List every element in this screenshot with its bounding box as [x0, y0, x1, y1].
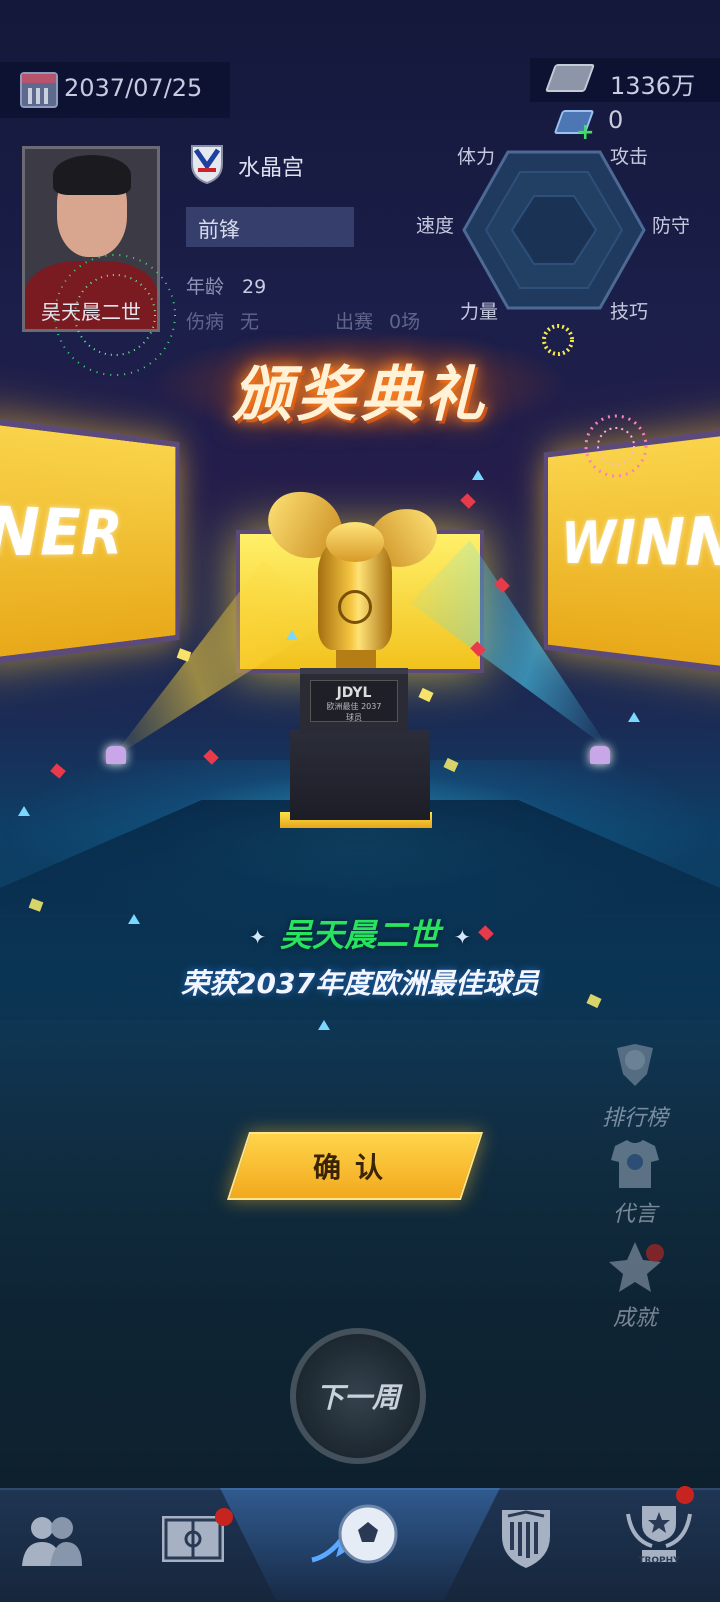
- money-amount: 1336万: [610, 72, 696, 100]
- ranking-icon: [617, 1044, 653, 1086]
- trophy-plate-line2: 球员: [346, 713, 362, 722]
- confetti: [418, 687, 434, 703]
- firework-green: [54, 254, 176, 376]
- trophy-pedestal: [290, 730, 430, 820]
- award-description: 荣获2037年度欧洲最佳球员: [181, 967, 539, 1000]
- injury-value: 无: [240, 311, 260, 333]
- confetti: [318, 1020, 330, 1030]
- next-week-label[interactable]: 下一周: [290, 1376, 426, 1416]
- stat-attack: 攻击: [610, 146, 649, 168]
- club-crest-icon: [191, 145, 223, 184]
- age-label: 年龄: [186, 276, 225, 298]
- nav-trophy-icon: [626, 1506, 692, 1562]
- firework-pink: [584, 414, 648, 478]
- ranking-label: 排行榜: [601, 1106, 668, 1131]
- endorse-label: 代言: [612, 1202, 657, 1227]
- stat-power: 力量: [460, 301, 499, 323]
- jersey-icon: [611, 1140, 659, 1188]
- confetti: [460, 493, 476, 509]
- date-text: 2037/07/25: [64, 74, 203, 102]
- stat-stamina: 体力: [457, 146, 496, 168]
- position-text: 前锋: [198, 218, 240, 242]
- trophy-head: [326, 522, 384, 562]
- club-name: 水晶宫: [238, 156, 305, 181]
- gem-amount: 0: [608, 106, 624, 134]
- confetti: [472, 470, 484, 480]
- left-screen-text: NER: [0, 490, 123, 573]
- appear-value: 0场: [389, 311, 421, 333]
- trophy-emblem: [338, 590, 372, 624]
- stat-skill: 技巧: [610, 301, 649, 323]
- spotlight-lamp-left: [106, 746, 126, 764]
- right-screen-text: WINN: [561, 500, 720, 583]
- nav-trophy-label: TROPHY: [638, 1556, 680, 1566]
- age-value: 29: [242, 276, 267, 298]
- winner-name: 吴天晨二世: [279, 916, 440, 954]
- stats-hexagon: [462, 150, 646, 310]
- achievement-badge: [646, 1244, 664, 1262]
- endorse-button[interactable]: 代言: [590, 1136, 680, 1228]
- age-row: 年龄 29: [186, 272, 266, 299]
- nav-club-icon[interactable]: [498, 1506, 554, 1570]
- portrait-hair: [53, 155, 131, 195]
- injury-label: 伤病: [186, 311, 225, 333]
- confetti: [628, 712, 640, 722]
- trophy-plate: JDYL 欧洲最佳 2037 球员: [310, 680, 398, 722]
- add-gem-button[interactable]: +: [576, 120, 594, 145]
- stat-speed: 速度: [416, 215, 455, 237]
- achievement-button[interactable]: 成就: [590, 1240, 680, 1332]
- ranking-button[interactable]: 排行榜: [590, 1040, 680, 1132]
- left-winner-screen: NER: [0, 414, 180, 668]
- nav-pitch-badge: [215, 1508, 233, 1526]
- winner-name-row: ✦ 吴天晨二世 ✦: [0, 910, 720, 956]
- trophy-plate-line1: 欧洲最佳 2037: [326, 702, 382, 711]
- achievement-label: 成就: [612, 1306, 657, 1331]
- nav-match-icon[interactable]: [310, 1500, 402, 1580]
- firework-yellow: [542, 324, 574, 356]
- nav-players-icon[interactable]: [20, 1512, 84, 1568]
- sparkle-icon: ✦: [454, 925, 471, 949]
- spotlight-lamp-right: [590, 746, 610, 764]
- nav-trophy-button[interactable]: TROPHY: [622, 1500, 696, 1572]
- nav-trophy-badge: [676, 1486, 694, 1504]
- stat-defense: 防守: [652, 215, 691, 237]
- trophy-plate-logo: JDYL: [336, 685, 372, 701]
- sparkle-icon: ✦: [249, 925, 266, 949]
- status-row: 伤病无出赛 0场: [186, 307, 436, 334]
- calendar-icon: [20, 72, 58, 108]
- confirm-button-label[interactable]: 确认: [238, 1146, 472, 1186]
